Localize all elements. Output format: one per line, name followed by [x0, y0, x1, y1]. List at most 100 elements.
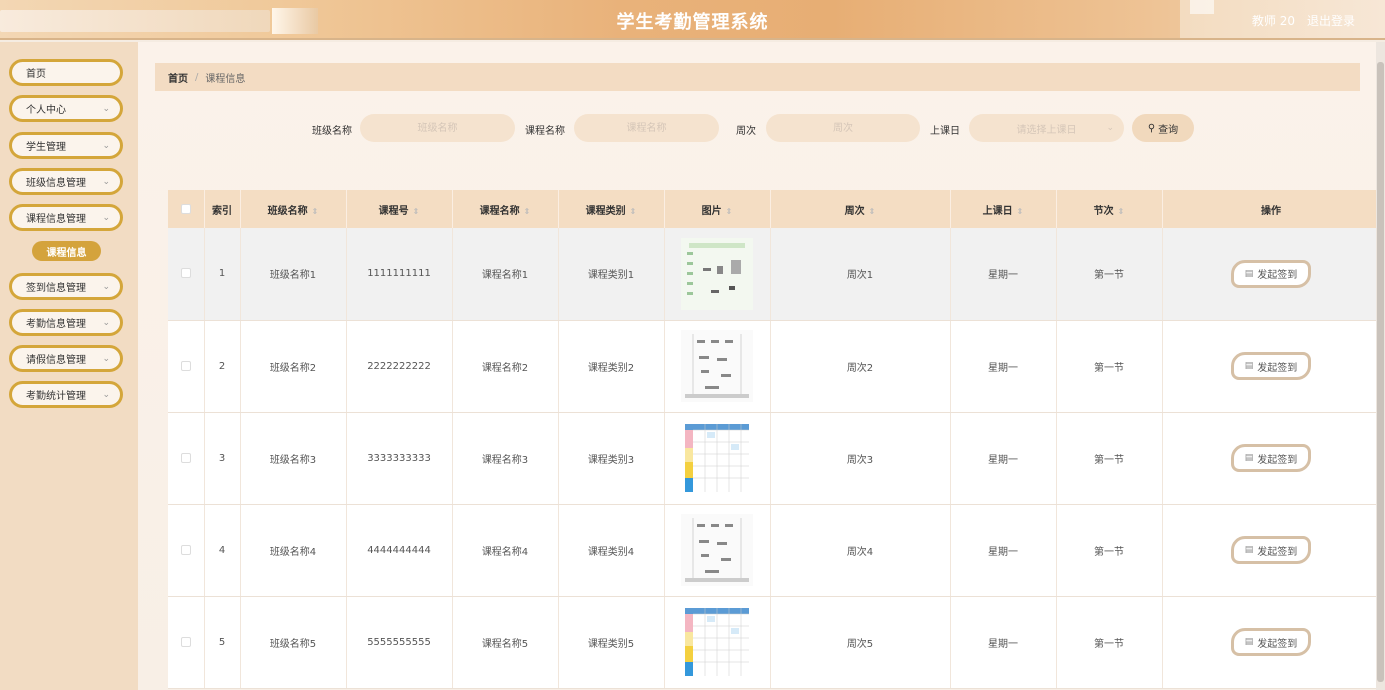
cell-class-name: 班级名称4 [240, 504, 347, 597]
cell-class-day: 星期一 [950, 412, 1057, 505]
select-all-checkbox[interactable] [180, 203, 191, 214]
sort-icon[interactable]: ⇕ [524, 207, 531, 216]
sidebar-item-signin-management[interactable]: 签到信息管理 ⌄ [9, 273, 123, 300]
sidebar-item-class-management[interactable]: 班级信息管理 ⌄ [9, 168, 123, 195]
document-icon: ▤ [1244, 268, 1254, 279]
cell-course-type: 课程类别4 [558, 504, 665, 597]
column-header-course-type[interactable]: 课程类别 ⇕ [558, 190, 665, 228]
sort-icon[interactable]: ⇕ [1118, 207, 1125, 216]
cell-index: 2 [204, 320, 241, 413]
column-header-label: 班级名称 [267, 205, 308, 217]
breadcrumb: 首页 / 课程信息 [155, 63, 1360, 91]
cell-actions: ▤ 发起签到 [1162, 504, 1381, 597]
table-row[interactable]: 5 班级名称5 5555555555 课程名称5 课程类别5 周次5 星期一 第一节 ▤ 发起签到 [168, 596, 1381, 689]
sidebar-item-label: 考勤统计管理 [26, 391, 86, 402]
sort-icon[interactable]: ⇕ [312, 207, 319, 216]
table-row[interactable]: 1 班级名称1 1111111111 课程名称1 课程类别1 周次1 星期一 第一节 ▤ 发起签到 [168, 228, 1381, 321]
course-image[interactable] [681, 514, 753, 586]
sidebar-item-label: 班级信息管理 [26, 178, 86, 189]
sort-icon[interactable]: ⇕ [1017, 207, 1024, 216]
cell-class-name: 班级名称3 [240, 412, 347, 505]
table-body: 1 班级名称1 1111111111 课程名称1 课程类别1 周次1 星期一 第一节 ▤ 发起签到… [168, 228, 1381, 689]
cell-index: 4 [204, 504, 241, 597]
sort-icon[interactable]: ⇕ [413, 207, 420, 216]
scrollbar-thumb[interactable] [1377, 62, 1384, 682]
cell-course-type: 课程类别2 [558, 320, 665, 413]
cell-week: 周次4 [770, 504, 951, 597]
sidebar-item-home[interactable]: 首页 [9, 59, 123, 86]
sort-icon[interactable]: ⇕ [630, 207, 637, 216]
row-checkbox[interactable] [180, 360, 191, 371]
sidebar-item-label: 请假信息管理 [26, 355, 86, 366]
column-header-course-name[interactable]: 课程名称 ⇕ [452, 190, 559, 228]
row-checkbox-cell [168, 504, 205, 597]
cell-image [664, 320, 771, 413]
chevron-down-icon: ⌄ [102, 353, 110, 364]
course-name-input[interactable] [574, 114, 719, 142]
start-signin-button[interactable]: ▤ 发起签到 [1231, 259, 1311, 288]
cell-index: 3 [204, 412, 241, 505]
start-signin-button[interactable]: ▤ 发起签到 [1231, 444, 1311, 472]
sidebar-item-student-management[interactable]: 学生管理 ⌄ [9, 132, 123, 159]
sort-icon[interactable]: ⇕ [869, 207, 876, 216]
cell-index: 1 [204, 228, 241, 321]
select-all-checkbox-cell [168, 190, 205, 228]
cell-period: 第一节 [1056, 504, 1163, 597]
cell-course-code: 1111111111 [346, 228, 453, 321]
class-name-input[interactable] [360, 114, 515, 142]
sidebar-item-course-management[interactable]: 课程信息管理 ⌄ [9, 204, 123, 231]
sidebar-item-label: 首页 [26, 69, 46, 80]
class-day-select[interactable]: 请选择上课日 ⌄ [969, 114, 1124, 142]
week-input[interactable] [766, 114, 920, 142]
start-signin-button[interactable]: ▤ 发起签到 [1231, 536, 1311, 564]
cell-course-name: 课程名称2 [452, 320, 559, 413]
sort-icon[interactable]: ⇕ [726, 207, 733, 216]
vertical-scrollbar[interactable] [1376, 42, 1385, 690]
column-header-course-code[interactable]: 课程号 ⇕ [346, 190, 453, 228]
row-checkbox-cell [168, 412, 205, 505]
column-header-actions: 操作 [1162, 190, 1381, 228]
start-signin-button[interactable]: ▤ 发起签到 [1231, 628, 1311, 656]
column-header-period[interactable]: 节次 ⇕ [1056, 190, 1163, 228]
row-checkbox[interactable] [180, 544, 191, 555]
cell-course-name: 课程名称3 [452, 412, 559, 505]
search-button[interactable]: ⚲ 查询 [1132, 114, 1194, 142]
start-signin-button[interactable]: ▤ 发起签到 [1231, 352, 1311, 380]
sidebar-item-leave-management[interactable]: 请假信息管理 ⌄ [9, 345, 123, 372]
breadcrumb-separator: / [195, 71, 199, 83]
cell-course-code: 3333333333 [346, 412, 453, 505]
row-checkbox[interactable] [180, 268, 191, 279]
sidebar-item-label: 个人中心 [26, 105, 66, 116]
column-header-week[interactable]: 周次 ⇕ [770, 190, 951, 228]
cell-period: 第一节 [1056, 320, 1163, 413]
sidebar-item-attendance-stats[interactable]: 考勤统计管理 ⌄ [9, 381, 123, 408]
breadcrumb-home[interactable]: 首页 [168, 70, 188, 85]
table-row[interactable]: 2 班级名称2 2222222222 课程名称2 课程类别2 周次2 星期一 第一节 ▤ 发起签到 [168, 320, 1381, 413]
column-header-label: 索引 [212, 205, 232, 217]
column-header-class-day[interactable]: 上课日 ⇕ [950, 190, 1057, 228]
sidebar-item-label: 学生管理 [26, 142, 66, 153]
top-bar: 学生考勤管理系统 教师 20 退出登录 [0, 0, 1385, 40]
course-image[interactable] [681, 606, 753, 678]
column-header-label: 上课日 [982, 205, 1013, 217]
cell-actions: ▤ 发起签到 [1162, 228, 1381, 321]
column-header-label: 节次 [1093, 205, 1114, 217]
sidebar-item-attendance-management[interactable]: 考勤信息管理 ⌄ [9, 309, 123, 336]
course-image[interactable] [681, 422, 753, 494]
table-row[interactable]: 3 班级名称3 3333333333 课程名称3 课程类别3 周次3 星期一 第一节 ▤ 发起签到 [168, 412, 1381, 505]
sidebar-subitem-course-info[interactable]: 课程信息 [32, 241, 101, 261]
table-row[interactable]: 4 班级名称4 4444444444 课程名称4 课程类别4 周次4 星期一 第一节 ▤ 发起签到 [168, 504, 1381, 597]
sidebar-item-personal-center[interactable]: 个人中心 ⌄ [9, 95, 123, 122]
cell-actions: ▤ 发起签到 [1162, 412, 1381, 505]
logout-link[interactable]: 退出登录 [1307, 12, 1355, 29]
cell-class-name: 班级名称5 [240, 596, 347, 689]
start-signin-label: 发起签到 [1257, 362, 1298, 374]
course-image[interactable] [681, 330, 753, 402]
document-icon: ▤ [1244, 453, 1254, 463]
course-image[interactable] [681, 237, 753, 310]
column-header-image[interactable]: 图片 ⇕ [664, 190, 771, 228]
row-checkbox[interactable] [180, 452, 191, 463]
column-header-class-name[interactable]: 班级名称 ⇕ [240, 190, 347, 228]
row-checkbox[interactable] [180, 636, 191, 647]
cell-week: 周次3 [770, 412, 951, 505]
